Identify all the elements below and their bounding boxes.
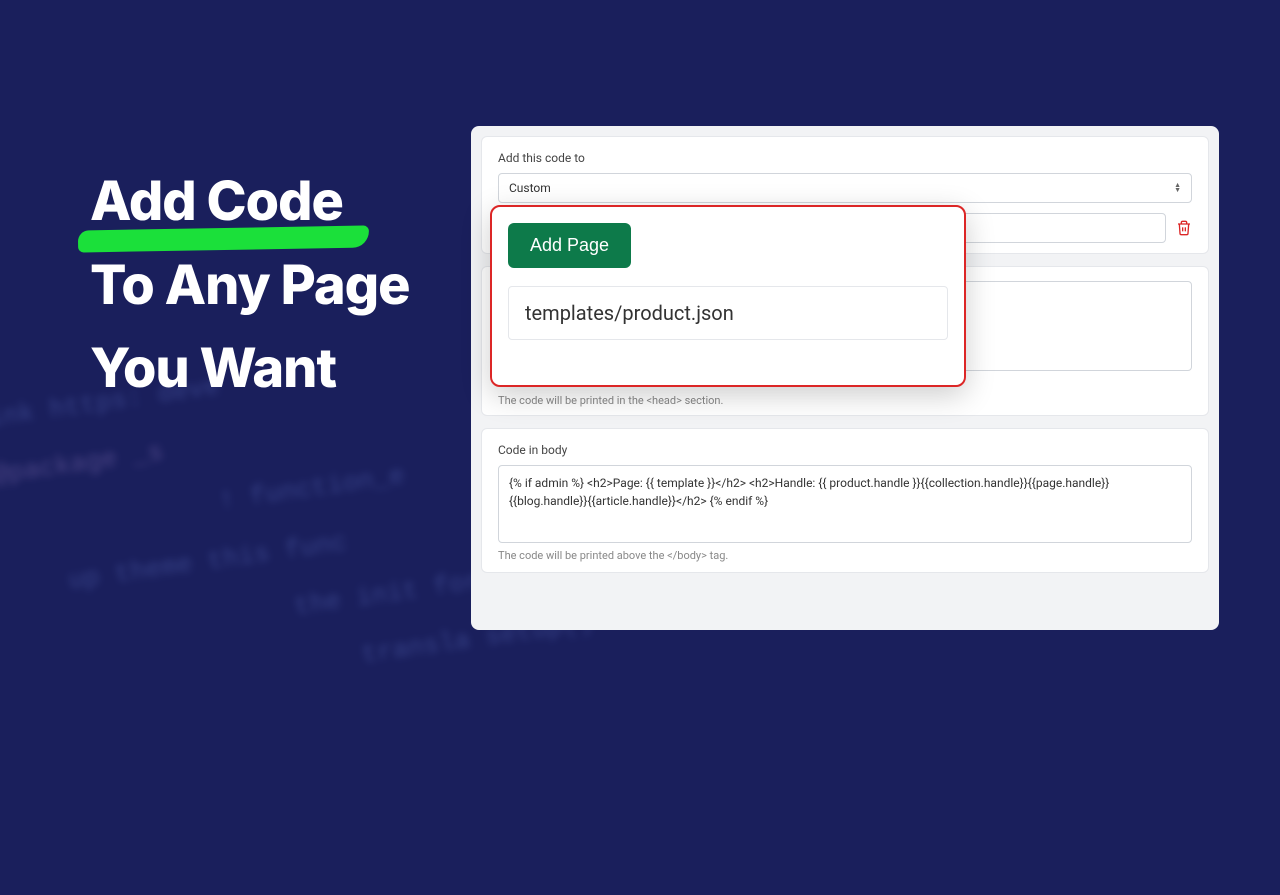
label-body-code: Code in body [498,443,1192,457]
hint-head: The code will be printed in the <head> s… [498,394,723,407]
select-value: Custom [509,181,551,195]
select-caret-icon: ▲▼ [1174,183,1181,193]
headline: Add Code To Any Page You Want [90,160,410,411]
trash-icon[interactable] [1176,220,1192,236]
add-page-button[interactable]: Add Page [508,223,631,268]
headline-line1: Add Code [90,169,343,234]
headline-line2: To Any Page [90,244,410,328]
section-body-code: Code in body {% if admin %} <h2>Page: {{… [481,428,1209,573]
label-add-code-to: Add this code to [498,151,1192,165]
body-code-textarea[interactable]: {% if admin %} <h2>Page: {{ template }}<… [498,465,1192,543]
select-add-code-to[interactable]: Custom ▲▼ [498,173,1192,203]
add-page-popout: Add Page templates/product.json [490,205,966,387]
headline-line3: You Want [90,327,410,411]
hint-body: The code will be printed above the </bod… [498,549,1192,562]
page-list-item[interactable]: templates/product.json [508,286,948,340]
